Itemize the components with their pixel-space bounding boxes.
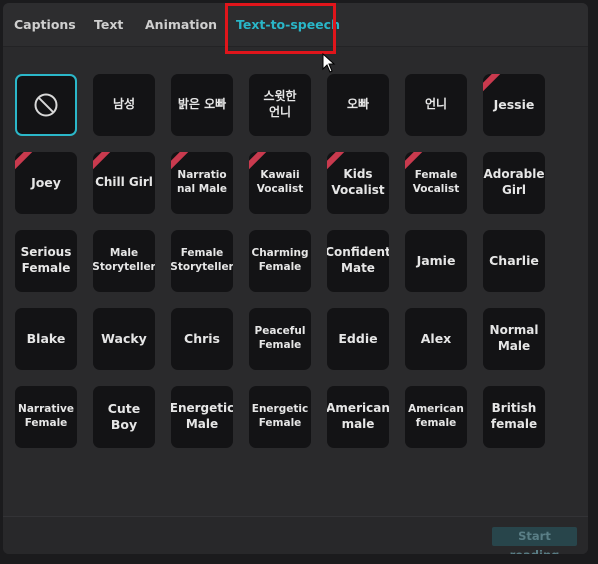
voice-option[interactable]: 언니 xyxy=(405,74,467,136)
voice-option[interactable]: Narratio nal Male xyxy=(171,152,233,214)
voice-label: Blake xyxy=(26,330,66,346)
voice-option[interactable]: British female xyxy=(483,386,545,448)
voice-option[interactable]: Wacky xyxy=(93,308,155,370)
voice-label: Jamie xyxy=(416,252,456,268)
voice-label: Energetic Female xyxy=(251,403,309,429)
voice-option[interactable]: Alex xyxy=(405,308,467,370)
voice-option[interactable]: Female Storyteller xyxy=(171,230,233,292)
text-to-speech-panel: Captions Text Animation Text-to-speech 남… xyxy=(3,3,588,554)
voice-label: Chill Girl xyxy=(95,175,153,190)
voice-option[interactable]: American female xyxy=(405,386,467,448)
voice-label: Wacky xyxy=(101,330,147,346)
badge-ribbon-icon xyxy=(15,152,36,174)
voice-label: Female Storyteller xyxy=(171,247,233,273)
badge-ribbon-icon xyxy=(483,74,504,96)
voice-label: 오빠 xyxy=(346,97,370,112)
voice-option[interactable]: Serious Female xyxy=(15,230,77,292)
voice-option[interactable]: Eddie xyxy=(327,308,389,370)
voice-option[interactable]: Energetic Female xyxy=(249,386,311,448)
voice-label: Chris xyxy=(184,330,220,346)
voice-label: Confident Mate xyxy=(327,245,389,275)
voice-label: Charming Female xyxy=(251,247,309,273)
voice-option[interactable]: Male Storyteller xyxy=(93,230,155,292)
voice-option[interactable]: Female Vocalist xyxy=(405,152,467,214)
tab-animation[interactable]: Animation xyxy=(145,17,217,32)
voice-label: Energetic Male xyxy=(171,401,233,431)
voice-label: Male Storyteller xyxy=(93,247,155,273)
voice-label: Normal Male xyxy=(489,323,539,353)
voice-label: Jessie xyxy=(493,96,535,112)
voice-option[interactable]: Cute Boy xyxy=(93,386,155,448)
voice-label: Charlie xyxy=(489,252,539,268)
voice-label: Peaceful Female xyxy=(254,325,306,351)
voice-option[interactable]: 스윗한 언니 xyxy=(249,74,311,136)
voice-option[interactable]: 밝은 오빠 xyxy=(171,74,233,136)
voice-label: Adorable Girl xyxy=(483,167,545,197)
tab-highlight-box xyxy=(225,3,336,54)
voice-option[interactable]: Chill Girl xyxy=(93,152,155,214)
voice-label: American male xyxy=(327,401,389,431)
voice-option[interactable]: Narrative Female xyxy=(15,386,77,448)
voice-label: Joey xyxy=(31,174,61,190)
voice-label: Narratio nal Male xyxy=(176,169,228,195)
voice-option[interactable]: Jamie xyxy=(405,230,467,292)
voice-label: American female xyxy=(408,403,464,429)
voice-grid: 남성 밝은 오빠 스윗한 언니 오빠 언니 Jessie Joey Chill Girl Nar… xyxy=(15,74,575,448)
voice-option[interactable]: Kids Vocalist xyxy=(327,152,389,214)
voice-label: Kids Vocalist xyxy=(331,167,385,197)
tab-text[interactable]: Text xyxy=(94,17,123,32)
voice-label: 스윗한 언니 xyxy=(263,89,297,119)
voice-option[interactable]: Joey xyxy=(15,152,77,214)
voice-label: Cute Boy xyxy=(107,400,141,432)
no-voice-icon xyxy=(34,93,58,117)
voice-option[interactable]: Confident Mate xyxy=(327,230,389,292)
voice-label: Serious Female xyxy=(20,245,72,275)
voice-option[interactable]: Charming Female xyxy=(249,230,311,292)
voice-label: Narrative Female xyxy=(18,403,74,429)
voice-option[interactable]: Charlie xyxy=(483,230,545,292)
voice-option[interactable]: Peaceful Female xyxy=(249,308,311,370)
voice-option[interactable]: 남성 xyxy=(93,74,155,136)
voice-label: 남성 xyxy=(112,97,136,112)
voice-option[interactable]: Kawaii Vocalist xyxy=(249,152,311,214)
voice-option[interactable]: Energetic Male xyxy=(171,386,233,448)
footer-bar: Start reading xyxy=(3,516,588,554)
voice-label: 밝은 오빠 xyxy=(177,97,227,112)
voice-option[interactable]: Adorable Girl xyxy=(483,152,545,214)
voice-option[interactable]: American male xyxy=(327,386,389,448)
voice-label: Eddie xyxy=(338,330,378,346)
voice-option[interactable]: Blake xyxy=(15,308,77,370)
voice-option[interactable]: Normal Male xyxy=(483,308,545,370)
voice-label: Female Vocalist xyxy=(412,169,460,195)
voice-option[interactable]: Chris xyxy=(171,308,233,370)
voice-label: 언니 xyxy=(424,97,448,112)
voice-option[interactable]: 오빠 xyxy=(327,74,389,136)
voice-option-none[interactable] xyxy=(15,74,77,136)
voice-option[interactable]: Jessie xyxy=(483,74,545,136)
voice-label: British female xyxy=(490,401,538,431)
voice-label: Alex xyxy=(420,330,452,346)
start-reading-button[interactable]: Start reading xyxy=(492,527,577,554)
mouse-cursor-icon xyxy=(322,53,336,73)
tab-captions[interactable]: Captions xyxy=(14,17,76,32)
voice-label: Kawaii Vocalist xyxy=(256,169,304,195)
badge-ribbon-icon xyxy=(93,152,114,174)
